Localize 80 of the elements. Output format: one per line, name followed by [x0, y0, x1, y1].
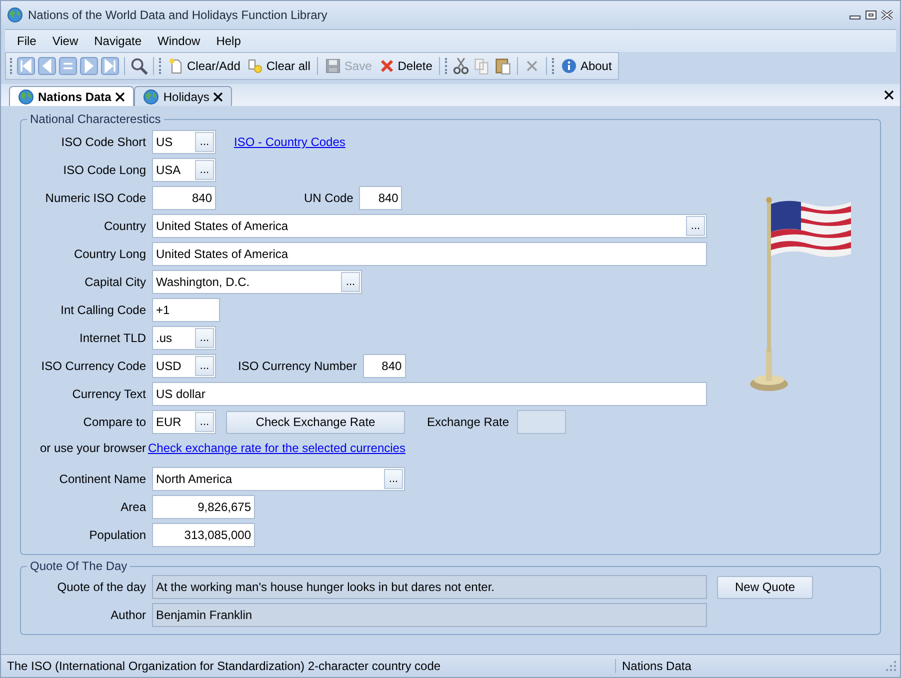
exchange-rate-field[interactable]: [517, 410, 566, 434]
menu-item[interactable]: File: [9, 32, 44, 50]
group-title: National Characterestics: [29, 112, 162, 126]
new-quote-button[interactable]: New Quote: [717, 576, 813, 598]
menu-item[interactable]: Window: [150, 32, 208, 50]
field-label: Internet TLD: [78, 331, 147, 345]
quote-field: At the working man's house hunger looks in but dares not enter.: [152, 575, 707, 599]
group-title: Quote Of The Day: [29, 559, 128, 573]
status-text: The ISO (International Organization for Standardization) 2-character country code: [1, 659, 616, 673]
text-field[interactable]: 840: [362, 354, 406, 378]
close-icon[interactable]: [884, 90, 894, 100]
search-icon[interactable]: [130, 57, 148, 75]
resize-grip-icon[interactable]: [886, 661, 896, 671]
field-label: Country Long: [72, 247, 147, 261]
browse-button[interactable]: ...: [384, 469, 403, 489]
close-icon[interactable]: [115, 92, 126, 102]
globe-icon: [7, 7, 23, 23]
field-label: Country: [102, 219, 147, 233]
field-label: Author: [110, 608, 147, 622]
text-field[interactable]: 313,085,000: [152, 523, 255, 547]
globe-icon: [18, 88, 34, 104]
author-field: Benjamin Franklin: [152, 603, 707, 627]
status-text: Nations Data: [621, 659, 692, 673]
delete-button[interactable]: Delete: [376, 57, 434, 75]
documents-icon: [247, 58, 264, 74]
browser-text: or use your browser: [38, 441, 146, 455]
check-exchange-rate-button[interactable]: Check Exchange Rate: [226, 410, 405, 434]
text-field[interactable]: United States of America: [152, 242, 707, 266]
field-label: Exchange Rate: [427, 415, 510, 429]
cut-icon[interactable]: [452, 57, 470, 75]
text-field[interactable]: 840: [152, 186, 216, 210]
menu-item[interactable]: Navigate: [86, 32, 150, 50]
previous-record-icon[interactable]: [38, 57, 56, 75]
field-label: Currency Text: [71, 387, 147, 401]
browse-button[interactable]: ...: [195, 356, 214, 376]
browse-button[interactable]: ...: [686, 216, 705, 236]
browse-button[interactable]: ...: [195, 160, 214, 180]
clear-all-button[interactable]: Clear all: [245, 57, 312, 75]
field-label: Compare to: [82, 415, 147, 429]
field-label: ISO Currency Number: [238, 359, 358, 373]
text-field[interactable]: 9,826,675: [152, 495, 255, 519]
window-title: Nations of the World Data and Holidays Function Library: [28, 8, 328, 22]
paste-icon[interactable]: [494, 57, 512, 75]
browse-button[interactable]: ...: [341, 272, 360, 292]
stop-icon[interactable]: [59, 57, 77, 75]
field-label: Capital City: [84, 275, 147, 289]
field-label: Quote of the day: [56, 580, 147, 594]
field-label: Numeric ISO Code: [44, 191, 147, 205]
browse-button[interactable]: ...: [195, 412, 214, 432]
menu-item[interactable]: View: [44, 32, 86, 50]
field-label: Population: [88, 528, 147, 542]
text-field[interactable]: US dollar: [152, 382, 707, 406]
field-label: ISO Code Long: [62, 163, 147, 177]
text-field[interactable]: +1: [152, 298, 220, 322]
field-label: UN Code: [304, 191, 354, 205]
globe-icon: [143, 88, 160, 104]
tab[interactable]: Nations Data: [9, 86, 134, 106]
about-button[interactable]: About: [559, 57, 614, 75]
field-label: Int Calling Code: [60, 303, 147, 317]
close-icon[interactable]: [880, 9, 894, 21]
clear-add-button[interactable]: Clear/Add: [166, 57, 242, 75]
tab[interactable]: Holidays: [134, 86, 232, 106]
field-label: ISO Code Short: [60, 135, 147, 149]
next-record-icon[interactable]: [80, 57, 98, 75]
info-icon: [561, 58, 578, 74]
text-field[interactable]: 840: [359, 186, 402, 210]
x-icon: [378, 58, 395, 74]
maximize-icon[interactable]: [864, 9, 878, 21]
browse-button[interactable]: ...: [195, 132, 214, 152]
link[interactable]: ISO - Country Codes: [234, 135, 346, 149]
field-label: Continent Name: [58, 472, 147, 486]
new-document-icon: [168, 58, 184, 74]
first-record-icon[interactable]: [17, 57, 35, 75]
last-record-icon[interactable]: [101, 57, 119, 75]
field-label: Area: [120, 500, 147, 514]
browse-button[interactable]: ...: [195, 328, 214, 348]
close-icon[interactable]: [213, 92, 224, 102]
link[interactable]: Check exchange rate for the selected currencies: [148, 441, 406, 455]
field-label: ISO Currency Code: [40, 359, 147, 373]
menu-item[interactable]: Help: [208, 32, 249, 50]
